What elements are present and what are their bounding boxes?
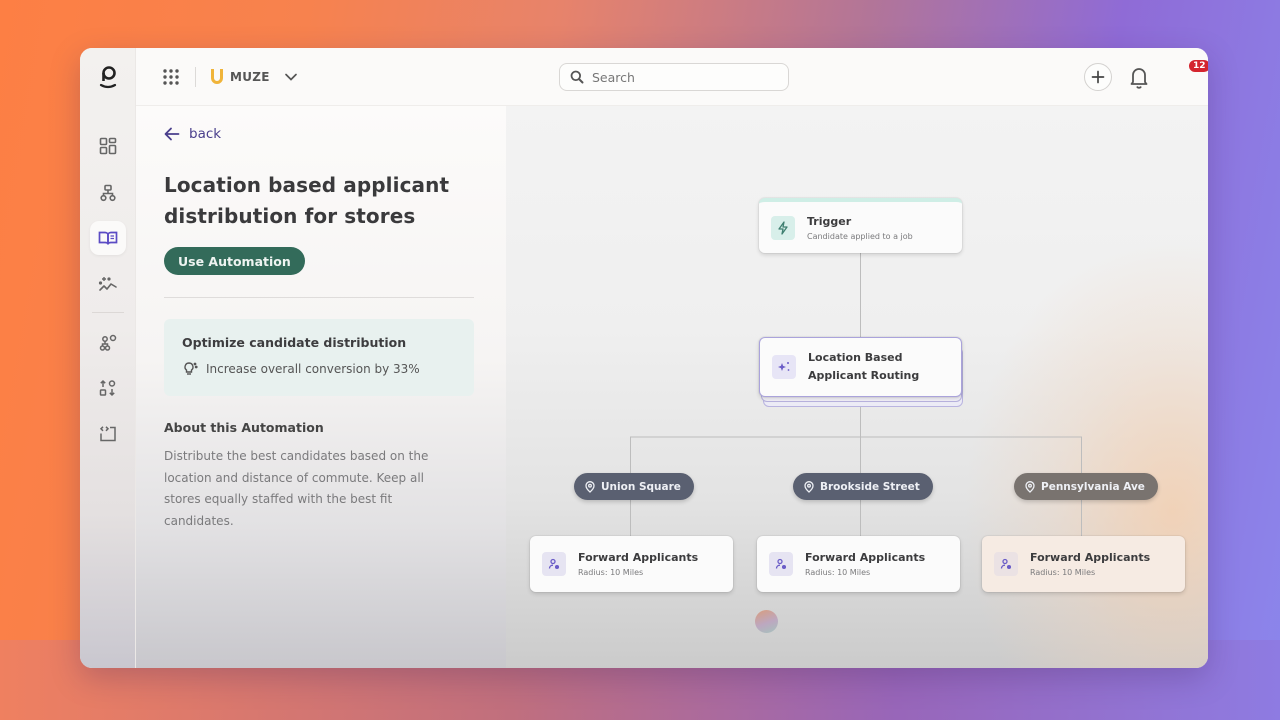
map-pin-icon bbox=[804, 480, 814, 493]
app-window: MUZE 12 back bbox=[80, 48, 1208, 668]
back-link[interactable]: back bbox=[164, 126, 221, 142]
insight-title: Optimize candidate distribution bbox=[182, 335, 407, 350]
forward-subtitle: Radius: 10 Miles bbox=[1030, 568, 1096, 577]
about-title: About this Automation bbox=[164, 420, 324, 435]
sidebar-item-workflows[interactable] bbox=[90, 176, 126, 210]
automation-detail-panel: back Location based applicant distributi… bbox=[136, 106, 506, 668]
forward-icon-box bbox=[769, 552, 793, 576]
routing-icon-box bbox=[772, 355, 796, 379]
back-label: back bbox=[189, 126, 222, 142]
forward-title: Forward Applicants bbox=[578, 551, 699, 564]
forward-applicants-node[interactable]: Forward Applicants Radius: 10 Miles bbox=[757, 536, 960, 592]
trigger-node[interactable]: Trigger Candidate applied to a job bbox=[759, 198, 962, 253]
location-name: Union Square bbox=[601, 480, 681, 493]
logo-icon bbox=[99, 66, 117, 89]
section-divider bbox=[164, 297, 474, 298]
top-bar: MUZE 12 bbox=[136, 48, 1208, 106]
sidebar-item-insights[interactable] bbox=[90, 267, 126, 301]
user-forward-icon bbox=[548, 558, 560, 570]
sparkle-chart-icon bbox=[98, 277, 117, 291]
trigger-icon-box bbox=[771, 215, 795, 240]
about-description: Distribute the best candidates based on … bbox=[164, 449, 429, 528]
code-frame-icon bbox=[99, 426, 116, 442]
notification-badge: 12 bbox=[1188, 59, 1208, 73]
notifications-bell-icon[interactable] bbox=[1128, 65, 1150, 89]
user-forward-icon bbox=[1000, 558, 1012, 570]
network-settings-icon bbox=[99, 334, 117, 351]
forward-applicants-node[interactable]: Forward Applicants Radius: 10 Miles bbox=[982, 536, 1185, 592]
grid-icon bbox=[99, 137, 117, 155]
forward-applicants-node[interactable]: Forward Applicants Radius: 10 Miles bbox=[530, 536, 733, 592]
insight-text: Increase overall conversion by 33% bbox=[206, 362, 420, 376]
sidebar-item-integrations[interactable] bbox=[90, 326, 126, 360]
sidebar-divider bbox=[92, 312, 124, 313]
trigger-title: Trigger bbox=[807, 214, 852, 228]
location-name: Brookside Street bbox=[820, 480, 920, 493]
search-input[interactable] bbox=[592, 69, 772, 85]
apps-grid-icon[interactable] bbox=[162, 68, 180, 86]
routing-node[interactable]: Location Based Applicant Routing bbox=[759, 337, 962, 397]
map-pin-icon bbox=[1025, 480, 1035, 493]
plus-icon bbox=[1091, 70, 1105, 84]
forward-subtitle: Radius: 10 Miles bbox=[805, 568, 871, 577]
sidebar-item-dashboard[interactable] bbox=[90, 129, 126, 163]
location-pill[interactable]: Union Square bbox=[574, 473, 694, 500]
search-bar[interactable] bbox=[559, 63, 789, 91]
search-icon bbox=[570, 70, 584, 84]
lightning-icon bbox=[778, 220, 788, 235]
book-open-icon bbox=[98, 231, 118, 245]
page-title: Location based applicant distribution fo… bbox=[164, 173, 450, 228]
lightbulb-icon bbox=[184, 362, 198, 375]
arrow-left-icon bbox=[164, 127, 180, 141]
insight-card: Optimize candidate distribution Increase… bbox=[164, 319, 474, 396]
routing-title: Location Based Applicant Routing bbox=[808, 351, 920, 382]
sidebar-item-sort[interactable] bbox=[90, 371, 126, 405]
add-button[interactable] bbox=[1084, 63, 1112, 91]
forward-icon-box bbox=[994, 552, 1018, 576]
forward-title: Forward Applicants bbox=[1030, 551, 1151, 564]
chevron-down-icon bbox=[284, 73, 297, 81]
sidebar-item-library[interactable] bbox=[90, 221, 126, 255]
user-forward-icon bbox=[775, 558, 787, 570]
org-logo-icon bbox=[211, 69, 223, 84]
location-pill[interactable]: Pennsylvania Ave bbox=[1014, 473, 1158, 500]
connector-branch-bus bbox=[630, 436, 1082, 473]
app-logo[interactable] bbox=[80, 64, 136, 94]
map-pin-icon bbox=[585, 480, 595, 493]
sidebar-item-embed[interactable] bbox=[90, 417, 126, 451]
forward-subtitle: Radius: 10 Miles bbox=[578, 568, 644, 577]
topbar-separator bbox=[195, 67, 196, 87]
forward-title: Forward Applicants bbox=[805, 551, 926, 564]
use-automation-button[interactable]: Use Automation bbox=[164, 247, 305, 275]
forward-icon-box bbox=[542, 552, 566, 576]
trigger-subtitle: Candidate applied to a job bbox=[807, 231, 913, 241]
hierarchy-icon bbox=[100, 184, 116, 202]
location-pill[interactable]: Brookside Street bbox=[793, 473, 933, 500]
flow-canvas[interactable]: Trigger Candidate applied to a job Locat… bbox=[506, 106, 1208, 668]
sidebar-rail bbox=[80, 48, 136, 668]
location-name: Pennsylvania Ave bbox=[1041, 480, 1145, 493]
cursor-indicator bbox=[755, 610, 778, 633]
org-name: MUZE bbox=[230, 70, 270, 84]
org-switcher[interactable]: MUZE bbox=[210, 64, 300, 90]
sort-shapes-icon bbox=[99, 379, 116, 397]
insight-row: Increase overall conversion by 33% bbox=[182, 361, 456, 377]
sparkles-icon bbox=[778, 362, 790, 371]
